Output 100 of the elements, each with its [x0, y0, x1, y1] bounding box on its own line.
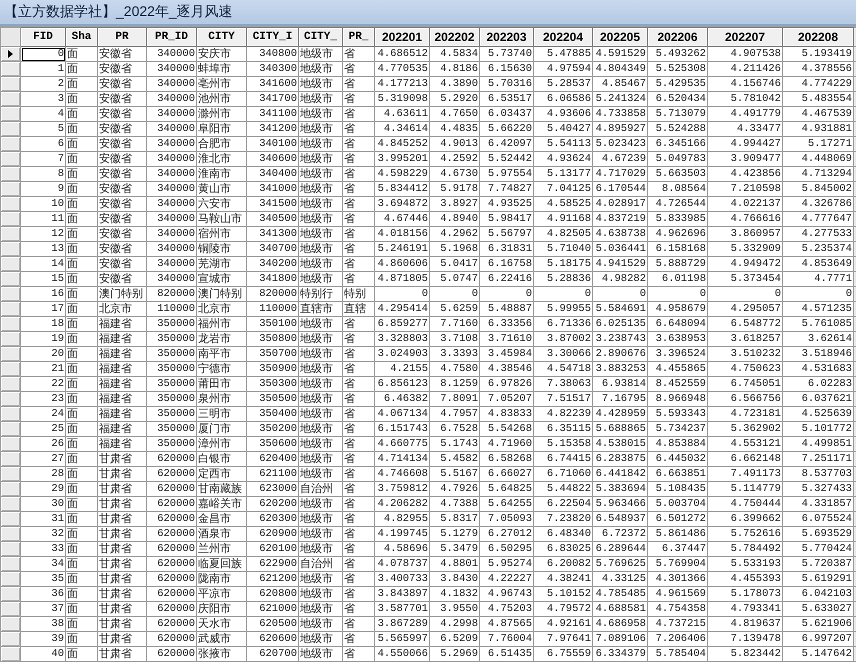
table-cell: 3.9550 [430, 602, 480, 616]
column-header[interactable]: CITY [196, 28, 246, 46]
table-cell: 6.520434 [648, 92, 708, 106]
table-cell: 4.686512 [374, 46, 430, 62]
table-cell: 地级市 [298, 212, 342, 226]
table-cell: 6.345166 [648, 136, 708, 152]
table-cell: 6.72372 [592, 526, 648, 542]
table-cell: 8.537703 [782, 466, 854, 482]
column-header[interactable]: CITY_I [246, 28, 298, 46]
table-cell: 4.7771 [782, 272, 854, 286]
column-header[interactable]: 202208 [782, 28, 854, 46]
table-cell: 3.843897 [374, 586, 430, 602]
column-header[interactable]: FID [20, 28, 66, 46]
table-cell: 地级市 [298, 256, 342, 272]
column-header[interactable]: CITY_ [298, 28, 342, 46]
column-header[interactable]: Sha [66, 28, 98, 46]
table-cell: 5.003704 [648, 496, 708, 512]
table-cell: 6.037621 [782, 392, 854, 406]
table-cell: 省 [342, 362, 374, 376]
row-selector[interactable] [0, 46, 20, 62]
table-cell: 7.251171 [782, 452, 854, 466]
column-header[interactable]: 202202 [430, 28, 480, 46]
table-cell: 芜湖市 [196, 256, 246, 272]
table-cell: 南平市 [196, 346, 246, 362]
table-cell: 5.888729 [648, 256, 708, 272]
table-cell: 4.2155 [374, 362, 430, 376]
table-cell: 623000 [246, 482, 298, 496]
column-header[interactable]: 202206 [648, 28, 708, 46]
table-cell: 5.54268 [480, 422, 534, 436]
table-cell: 铜陵市 [196, 242, 246, 256]
table-cell: 4.525639 [782, 406, 854, 422]
table-cell: 面 [66, 436, 98, 452]
table-cell: 7 [20, 152, 66, 166]
table-cell: 地级市 [298, 466, 342, 482]
table-cell: 省 [342, 632, 374, 646]
column-header[interactable]: 202205 [592, 28, 648, 46]
table-cell: 省 [342, 152, 374, 166]
table-cell: 3.8927 [430, 196, 480, 212]
table-cell: 6.48340 [534, 526, 592, 542]
table-cell: 面 [66, 332, 98, 346]
table-cell: 6.16758 [480, 256, 534, 272]
table-cell: 5.761085 [782, 316, 854, 332]
table-cell: 4.295414 [374, 302, 430, 316]
table-cell: 4.93606 [534, 106, 592, 122]
table-cell: 特别行 [298, 286, 342, 302]
table-cell: 19 [20, 332, 66, 346]
table-cell: 地级市 [298, 526, 342, 542]
column-header[interactable]: PR_ [342, 28, 374, 46]
table-cell: 省 [342, 586, 374, 602]
table-cell: 5.861486 [648, 526, 708, 542]
table-cell: 4.71960 [480, 436, 534, 452]
table-cell: 福州市 [196, 316, 246, 332]
table-cell: 省 [342, 256, 374, 272]
column-header[interactable]: 202203 [480, 28, 534, 46]
table-cell: 6.5209 [430, 632, 480, 646]
table-cell: 38 [20, 616, 66, 632]
table-cell: 4.638738 [592, 226, 648, 242]
table-cell: 省 [342, 436, 374, 452]
table-cell: 淮北市 [196, 152, 246, 166]
table-cell: 4.58696 [374, 542, 430, 556]
table-cell: 4.714134 [374, 452, 430, 466]
table-cell: 4.774229 [782, 76, 854, 92]
column-header[interactable]: PR_ID [146, 28, 196, 46]
table-cell: 张掖市 [196, 646, 246, 662]
table-cell: 7.7160 [430, 316, 480, 332]
table-cell: 3.883253 [592, 362, 648, 376]
column-header[interactable]: 202201 [374, 28, 430, 46]
table-cell: 4.7580 [430, 362, 480, 376]
table-cell: 直辖市 [298, 302, 342, 316]
table-cell: 621200 [246, 572, 298, 586]
table-cell: 6.83025 [534, 542, 592, 556]
table-cell: 4.078737 [374, 556, 430, 572]
table-cell: 面 [66, 122, 98, 136]
table-cell: 省 [342, 452, 374, 466]
table-cell: 4.33125 [592, 572, 648, 586]
column-header[interactable]: 202207 [708, 28, 782, 46]
table-cell: 5.833985 [648, 212, 708, 226]
table-cell: 面 [66, 76, 98, 92]
table-cell: 5.9178 [430, 182, 480, 196]
table-cell: 4.83833 [480, 406, 534, 422]
table-cell: 面 [66, 602, 98, 616]
column-header[interactable]: 202204 [534, 28, 592, 46]
table-cell: 4.92161 [534, 616, 592, 632]
table-cell: 地级市 [298, 496, 342, 512]
table-cell: 4.5834 [430, 46, 480, 62]
table-cell: 22 [20, 376, 66, 392]
table-cell: 350500 [246, 392, 298, 406]
table-cell: 甘肃省 [98, 632, 146, 646]
table-cell: 澳门特别 [98, 286, 146, 302]
column-header[interactable]: PR [98, 28, 146, 46]
table-cell: 340000 [146, 226, 196, 242]
table-cell: 面 [66, 496, 98, 512]
table-cell: 澳门特别 [196, 286, 246, 302]
table-cell: 安徽省 [98, 272, 146, 286]
table-cell: 4.531683 [782, 362, 854, 376]
table-cell: 340000 [146, 166, 196, 182]
table-cell: 4.7388 [430, 496, 480, 512]
table-cell: 5.332909 [708, 242, 782, 256]
table-cell: 5.770424 [782, 542, 854, 556]
table-cell: 350200 [246, 422, 298, 436]
